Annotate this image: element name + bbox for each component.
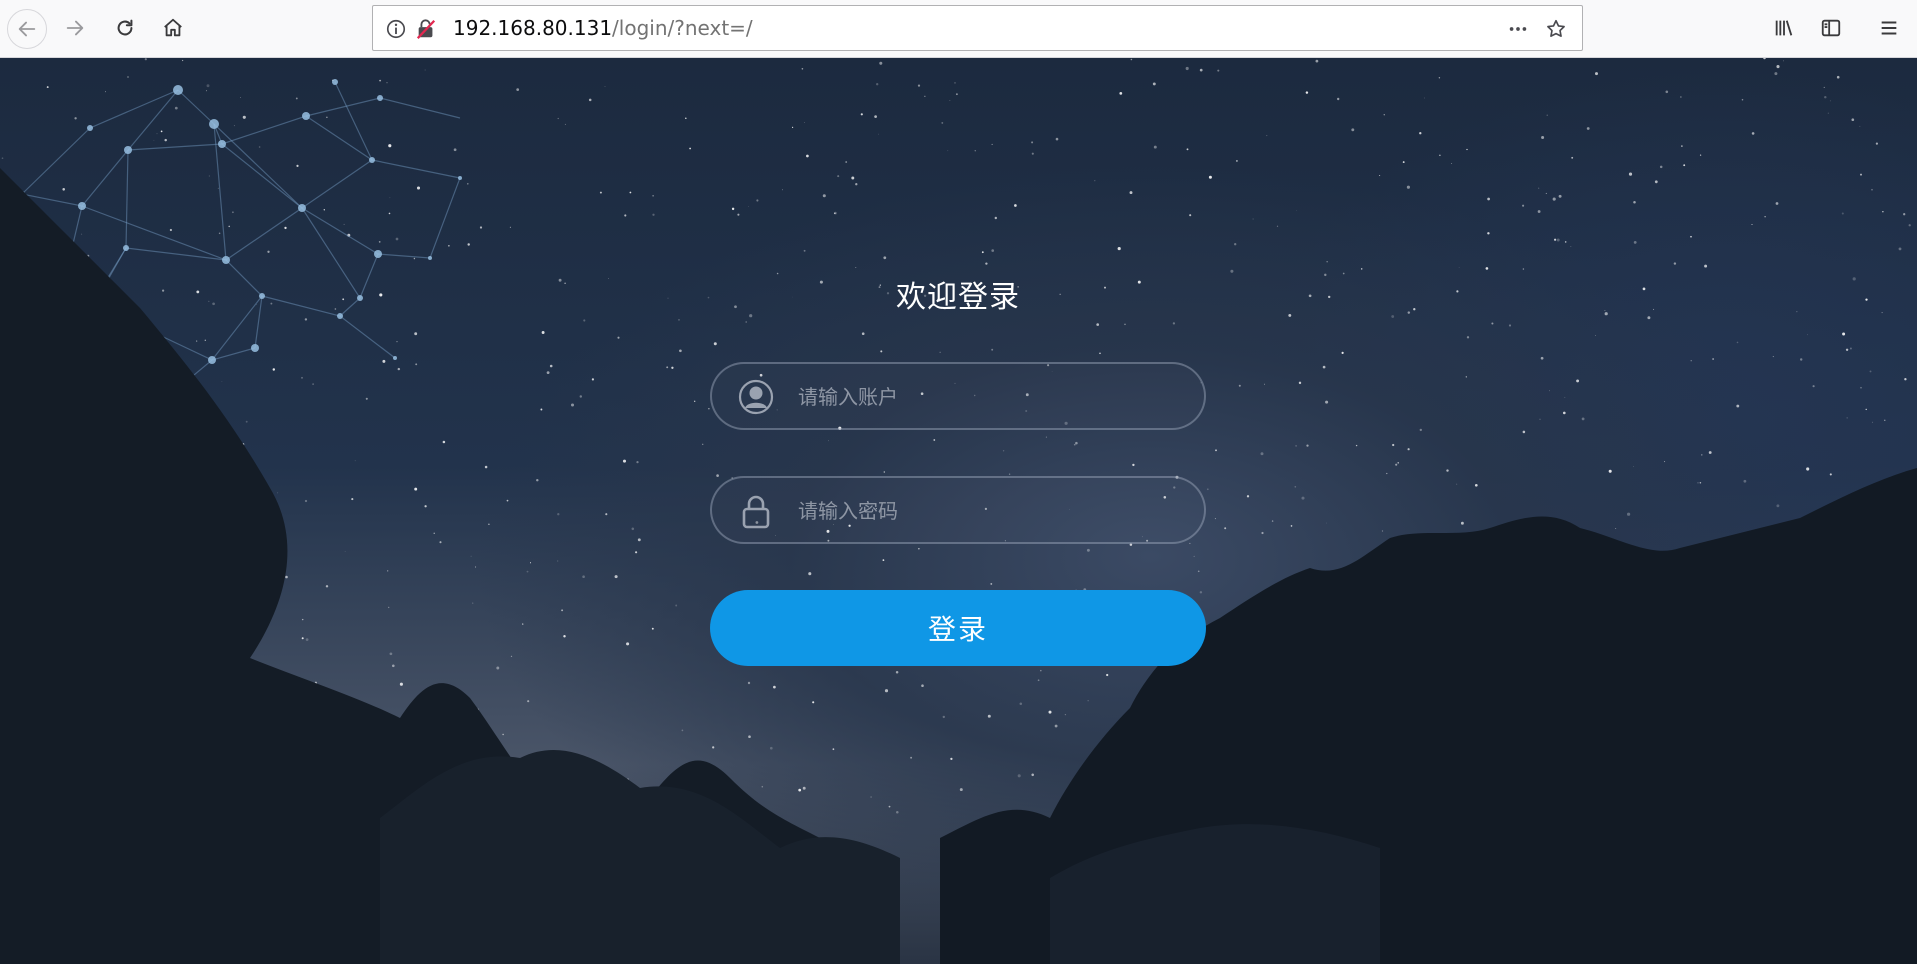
login-button[interactable]: 登录 [710, 590, 1206, 666]
library-icon [1775, 20, 1793, 36]
library-button[interactable] [1765, 9, 1803, 47]
star-icon[interactable] [1545, 18, 1567, 40]
arrow-left-icon [18, 21, 36, 37]
info-icon[interactable] [385, 18, 407, 40]
reload-icon [117, 19, 133, 36]
back-button[interactable] [7, 9, 47, 49]
url-host: 192.168.80.131 [453, 16, 613, 40]
password-input[interactable] [796, 490, 1180, 532]
menu-button[interactable] [1870, 9, 1908, 47]
url-text: 192.168.80.131/login/?next=/ [453, 16, 753, 40]
sidebar-icon [1821, 19, 1841, 37]
hamburger-menu-icon [1881, 21, 1897, 35]
browser-toolbar: 192.168.80.131/login/?next=/ [0, 0, 1917, 58]
forward-button[interactable] [56, 9, 94, 47]
home-icon [164, 18, 182, 37]
username-field[interactable] [710, 362, 1206, 430]
reload-button[interactable] [106, 9, 144, 47]
insecure-lock-icon[interactable] [415, 18, 437, 40]
url-path: /login/?next=/ [612, 16, 753, 40]
home-button[interactable] [154, 9, 192, 47]
more-icon[interactable] [1507, 18, 1529, 40]
sidebar-button[interactable] [1812, 9, 1850, 47]
login-title: 欢迎登录 [896, 280, 1020, 315]
lock-icon [742, 495, 770, 529]
arrow-right-icon [66, 20, 84, 36]
login-page: 欢迎登录 登录 [0, 58, 1917, 964]
user-icon [738, 379, 774, 415]
password-field[interactable] [710, 476, 1206, 544]
address-bar[interactable]: 192.168.80.131/login/?next=/ [372, 5, 1583, 51]
username-input[interactable] [796, 376, 1180, 418]
